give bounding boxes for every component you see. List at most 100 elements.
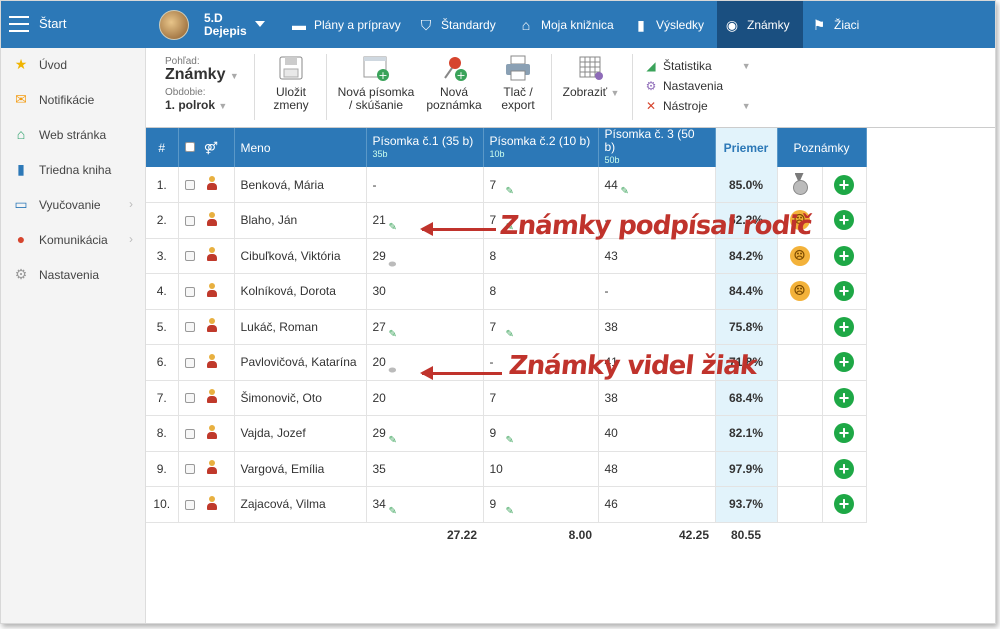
grade-cell-test2[interactable]: 9 ✎ <box>483 486 599 523</box>
sad-face-icon[interactable]: ☹ <box>789 281 810 302</box>
signed-pen-icon: ✎ <box>505 435 514 446</box>
nav-standards[interactable]: ⛉ Štandardy <box>411 1 502 48</box>
pupil-name[interactable]: Cibuľková, Viktória <box>234 238 367 274</box>
row-checkbox[interactable] <box>184 215 195 226</box>
row-checkbox[interactable] <box>184 393 195 404</box>
new-test-button[interactable]: + Nová písomka / skúšanie <box>336 54 416 112</box>
col-header-name[interactable]: Meno <box>234 128 367 167</box>
grade-cell-test2[interactable]: 7 ✎ <box>483 309 599 345</box>
sidebar-item-label: Notifikácie <box>39 93 95 107</box>
menu-icon[interactable] <box>9 16 29 32</box>
sidebar-item-teaching[interactable]: ▭ Vyučovanie › <box>1 188 146 223</box>
add-note-button[interactable]: + <box>834 387 854 408</box>
add-note-button[interactable]: + <box>834 245 854 266</box>
grade-cell-test2[interactable]: 10 <box>483 451 599 487</box>
row-checkbox[interactable] <box>184 251 195 262</box>
show-button[interactable]: Zobraziť ▼ <box>558 54 624 100</box>
grade-cell-test2[interactable]: 7 <box>483 380 599 416</box>
pupil-name[interactable]: Vajda, Jozef <box>234 415 367 452</box>
sidebar-item-classbook[interactable]: ▮ Triedna kniha <box>1 153 146 188</box>
row-checkbox[interactable] <box>184 180 195 190</box>
grade-cell-test1[interactable]: 20 <box>365 380 484 416</box>
grade-cell-test3[interactable]: 48 <box>598 451 716 487</box>
grade-cell-test1[interactable]: 30 <box>365 273 484 310</box>
add-note-button[interactable]: + <box>834 494 854 515</box>
add-note-button[interactable]: + <box>834 174 854 195</box>
grade-cell-test2[interactable]: 7 ✎ <box>483 167 599 203</box>
pupil-name[interactable]: Kolníková, Dorota <box>234 273 367 310</box>
grade-cell-test3[interactable]: 38 <box>598 309 716 345</box>
grade-cell-test1[interactable]: 34 ✎ <box>365 486 484 523</box>
col-header-average[interactable]: Priemer <box>715 128 778 167</box>
add-note-button[interactable]: + <box>834 316 854 337</box>
grade-cell-test1[interactable]: 27 ✎ <box>365 309 484 345</box>
grade-cell-test3[interactable]: - <box>598 273 716 310</box>
grade-cell-test2[interactable]: 8 <box>483 238 599 274</box>
row-checkbox[interactable] <box>184 286 195 297</box>
tools-menu[interactable]: ✕ Nástroje ▼ <box>643 96 751 116</box>
sidebar-item-notifications[interactable]: ✉ Notifikácie <box>1 83 146 118</box>
grade-cell-test2[interactable]: 8 <box>483 273 599 310</box>
pupil-name[interactable]: Pavlovičová, Katarína <box>234 344 367 381</box>
sidebar-item-label: Vyučovanie <box>39 198 101 212</box>
view-selector[interactable]: Pohľad: Známky ▼ Obdobie: 1. polrok ▼ <box>165 56 239 112</box>
print-button[interactable]: Tlač / export <box>492 54 544 112</box>
row-checkbox[interactable] <box>184 499 195 510</box>
grade-cell-test3[interactable]: 46 <box>598 486 716 523</box>
row-checkbox[interactable] <box>184 464 195 475</box>
chevron-down-icon[interactable] <box>255 21 265 27</box>
sidebar-item-communication[interactable]: ● Komunikácia › <box>1 223 146 258</box>
new-note-button[interactable]: + Nová poznámka <box>424 54 484 112</box>
pupil-name[interactable]: Blaho, Ján <box>234 202 367 239</box>
test2-title: Písomka č.2 (10 b) <box>489 133 591 148</box>
nav-library[interactable]: ⌂ Moja knižnica <box>511 1 620 48</box>
period-value[interactable]: 1. polrok <box>165 98 215 112</box>
grade-cell-test3[interactable]: 38 <box>598 380 716 416</box>
add-note-button[interactable]: + <box>834 281 854 302</box>
class-selector[interactable]: 5.D Dejepis <box>146 1 276 48</box>
col-header-test1[interactable]: Písomka č.1 (35 b) 35b <box>366 128 484 167</box>
nav-results[interactable]: ▮ Výsledky <box>626 1 710 48</box>
grade-cell-test3[interactable]: 44 ✎ <box>598 167 716 203</box>
start-link[interactable]: Štart <box>39 16 66 31</box>
col-header-test2[interactable]: Písomka č.2 (10 b) 10b <box>483 128 599 167</box>
pupil-name[interactable]: Šimonovič, Oto <box>234 380 367 416</box>
settings-menu[interactable]: ⚙ Nastavenia <box>643 76 751 96</box>
row-number: 3. <box>146 238 179 274</box>
pupil-name[interactable]: Vargová, Emília <box>234 451 367 487</box>
col-header-test3[interactable]: Písomka č. 3 (50 b) 50b <box>598 128 716 167</box>
sidebar-item-settings[interactable]: ⚙ Nastavenia <box>1 258 146 293</box>
stats-menu[interactable]: ◢ Štatistika ▼ <box>643 56 750 76</box>
add-note-button[interactable]: + <box>834 458 854 479</box>
nav-pupils[interactable]: ⚑ Žiaci <box>804 1 865 48</box>
add-note-button[interactable]: + <box>834 352 854 373</box>
save-button[interactable]: Uložit zmeny <box>266 54 316 112</box>
divider <box>326 54 327 120</box>
add-note-button[interactable]: + <box>834 423 854 444</box>
grade-cell-test2[interactable]: 9 ✎ <box>483 415 599 452</box>
medal-icon[interactable] <box>791 173 809 195</box>
grade-value: - <box>372 177 377 192</box>
pupil-name[interactable]: Benková, Mária <box>234 167 367 203</box>
row-checkbox[interactable] <box>184 322 195 333</box>
grade-cell-test1[interactable]: 29 ⬬ <box>365 238 484 274</box>
row-checkbox[interactable] <box>184 357 195 368</box>
row-checkbox[interactable] <box>184 428 195 439</box>
pupil-name[interactable]: Lukáč, Roman <box>234 309 367 345</box>
signed-pen-icon: ✎ <box>620 186 629 197</box>
select-all-checkbox[interactable] <box>184 141 195 152</box>
add-note-button[interactable]: + <box>834 210 854 231</box>
grade-cell-test3[interactable]: 40 <box>598 415 716 452</box>
nav-grades[interactable]: ◉ Známky <box>717 1 803 48</box>
sidebar-item-intro[interactable]: ★ Úvod <box>1 48 146 83</box>
grade-cell-test1[interactable]: - <box>365 167 484 203</box>
grade-cell-test1[interactable]: 29 ✎ <box>365 415 484 452</box>
sidebar-item-website[interactable]: ⌂ Web stránka <box>1 118 146 153</box>
chevron-down-icon: ▼ <box>741 101 751 111</box>
average-cell: 68.4% <box>715 380 778 416</box>
grade-cell-test1[interactable]: 35 <box>365 451 484 487</box>
nav-plans[interactable]: ▬ Plány a prípravy <box>284 1 407 48</box>
grade-cell-test3[interactable]: 43 <box>598 238 716 274</box>
pupil-name[interactable]: Zajacová, Vilma <box>234 486 367 523</box>
sad-face-icon[interactable]: ☹ <box>789 245 810 266</box>
